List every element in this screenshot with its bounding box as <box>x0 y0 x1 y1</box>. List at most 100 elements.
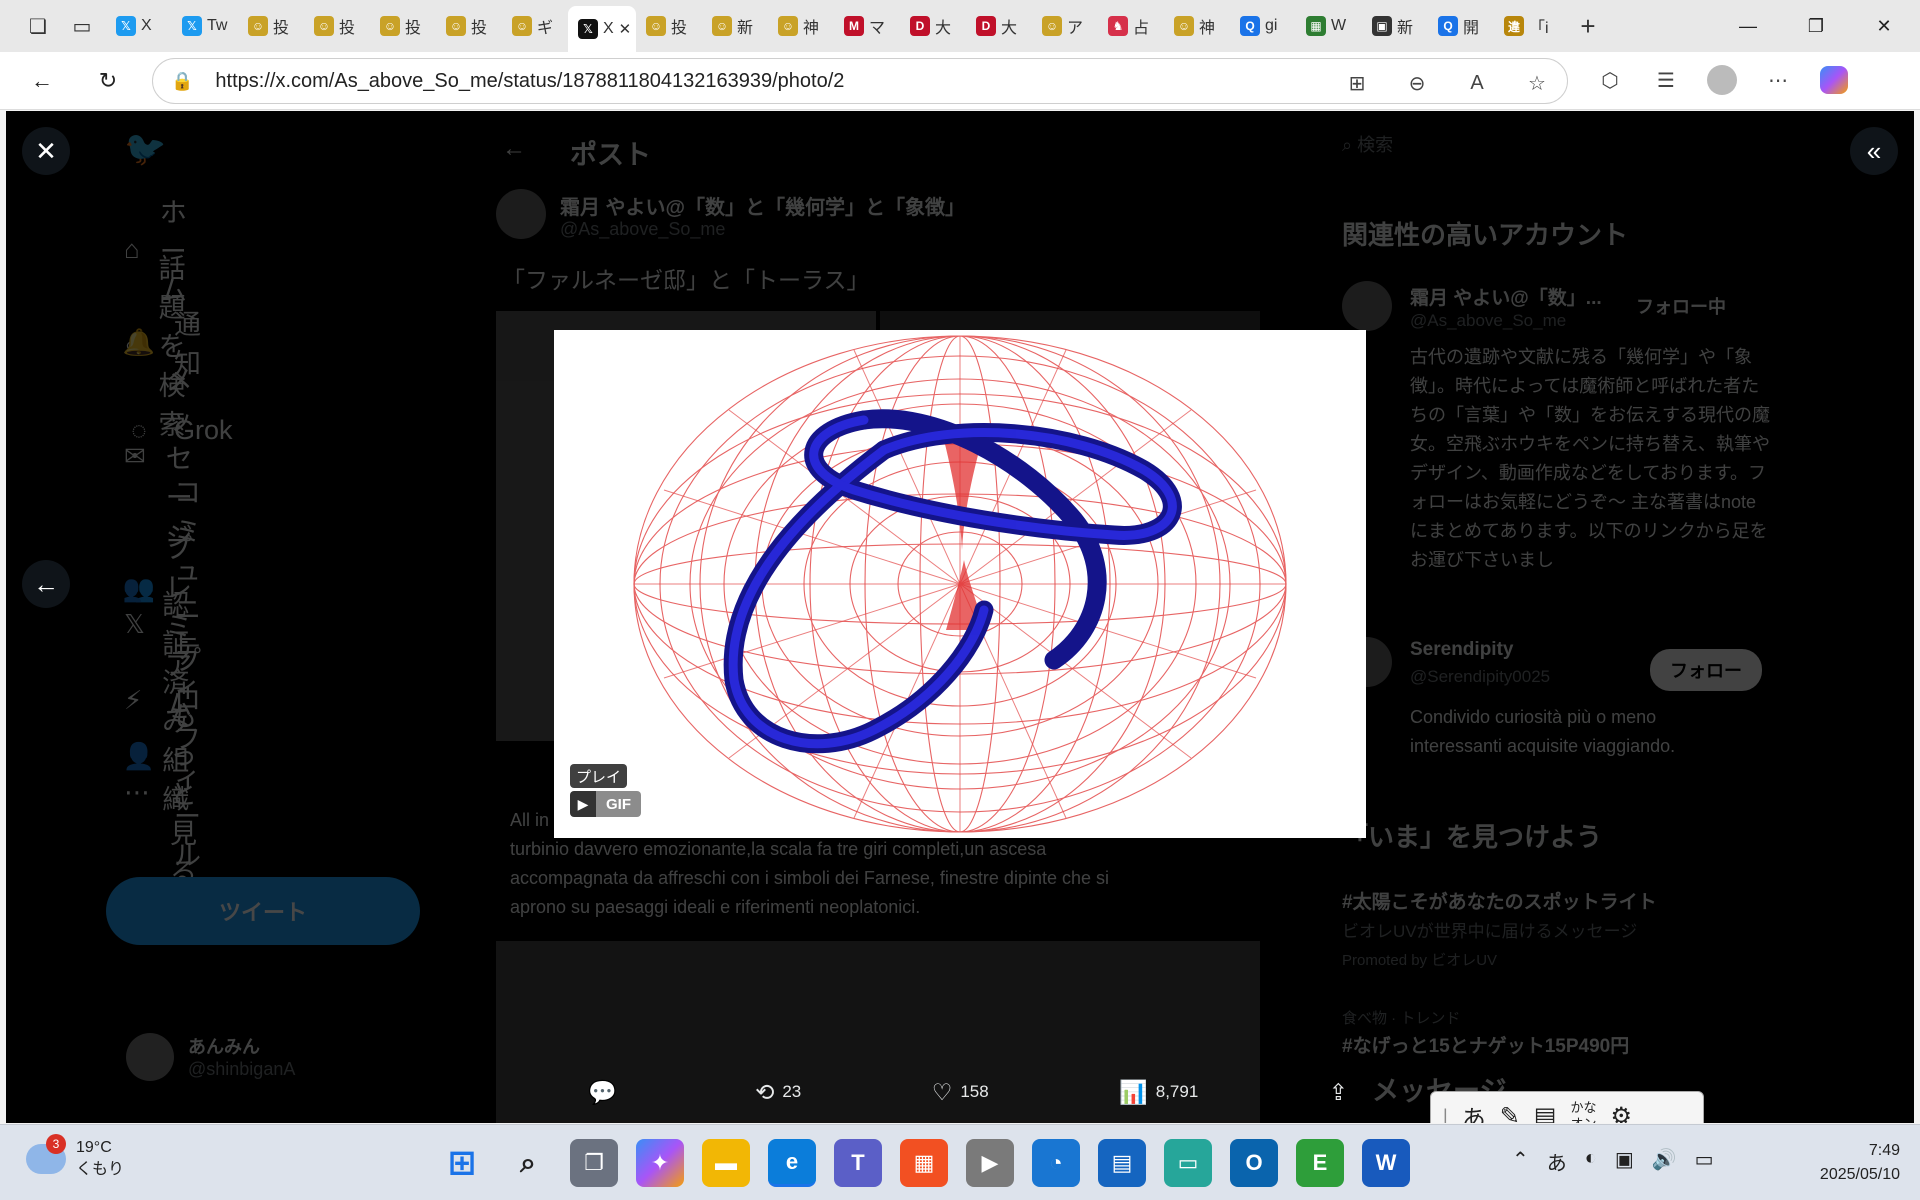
ime-hiragana-button[interactable]: あ <box>1462 1099 1486 1124</box>
trend-1[interactable]: #太陽こそがあなたのスポットライト <box>1342 887 1657 914</box>
close-media-button[interactable]: ✕ <box>22 127 70 175</box>
views-button[interactable]: 📊 8,791 <box>1119 1079 1198 1106</box>
focus-icon[interactable]: ◐ <box>1585 1147 1597 1176</box>
weather-widget[interactable]: 3 19°C くもり <box>26 1134 124 1181</box>
outlook-icon[interactable]: O <box>1230 1139 1278 1187</box>
favorites-icon[interactable]: ☰ <box>1650 64 1682 96</box>
url-text[interactable]: https://x.com/As_above_So_me/status/1878… <box>215 70 844 93</box>
retweet-button[interactable]: ⟲ 23 <box>755 1079 801 1106</box>
sidebar-item[interactable]: ⋯ もっと見る <box>124 695 201 890</box>
trend-2[interactable]: #なげっと15とナゲット15P490円 <box>1342 1031 1629 1058</box>
browser-tab[interactable]: ☺ 新 <box>702 6 768 46</box>
chart-app-icon[interactable]: ◔ <box>1032 1139 1080 1187</box>
browser-tab[interactable]: Q開 <box>1428 6 1494 46</box>
settings-menu-icon[interactable]: ⋯ <box>1762 64 1794 96</box>
ime-kana-toggle[interactable]: かなオン <box>1570 1100 1596 1123</box>
browser-tab[interactable]: 𝕏X <box>106 6 172 46</box>
account-switcher[interactable]: あんみん @shinbiganA <box>126 1033 295 1081</box>
copilot-icon[interactable] <box>1818 64 1850 96</box>
post-back-arrow-icon[interactable]: ← <box>502 135 526 163</box>
battery-icon[interactable]: ▭ <box>1695 1147 1714 1176</box>
file-explorer-icon[interactable]: ▬ <box>702 1139 750 1187</box>
collapse-panel-button[interactable]: « <box>1850 127 1898 175</box>
refresh-button[interactable]: ↻ <box>88 61 128 101</box>
clock[interactable]: 7:49 2025/05/10 <box>1790 1139 1900 1187</box>
clock-date: 2025/05/10 <box>1819 1166 1900 1183</box>
ime-settings-gear-icon[interactable]: ⚙ <box>1611 1102 1633 1124</box>
close-window-button[interactable]: ✕ <box>1856 0 1912 52</box>
ime-mode-indicator[interactable]: あ <box>1547 1147 1567 1176</box>
gif-media[interactable]: プレイ ▶ GIF <box>554 330 1366 838</box>
favorite-star-icon[interactable]: ☆ <box>1521 67 1553 99</box>
ime-pad-icon[interactable]: ✎ <box>1500 1102 1520 1124</box>
copilot-icon[interactable]: ✦ <box>636 1139 684 1187</box>
browser-tab[interactable]: ☺ 神 <box>1164 6 1230 46</box>
browser-tab[interactable]: 𝕏 X ✕ <box>568 6 636 52</box>
browser-tab[interactable]: ▦ W <box>1296 6 1362 46</box>
gif-badge[interactable]: ▶ GIF <box>570 791 641 817</box>
browser-tab[interactable]: 𝕏 Tw <box>172 6 238 46</box>
teams-icon[interactable]: T <box>834 1139 882 1187</box>
tab-label: 投 <box>671 20 688 37</box>
account-handle: @shinbiganA <box>188 1059 296 1079</box>
word-icon[interactable]: W <box>1362 1139 1410 1187</box>
browser-tab[interactable]: ☺ 神 <box>768 6 834 46</box>
share-button[interactable]: ⇪ <box>1329 1079 1348 1106</box>
previous-media-button[interactable]: ← <box>22 560 70 608</box>
browser-tab[interactable]: ▣ 新 <box>1362 6 1428 46</box>
acct2-follow-button[interactable]: フォロー <box>1650 649 1762 691</box>
minimize-button[interactable]: — <box>1720 0 1776 52</box>
ime-dictionary-icon[interactable]: ▤ <box>1534 1102 1557 1124</box>
network-icon[interactable]: ▣ <box>1615 1147 1634 1176</box>
ime-grip[interactable]: | <box>1443 1106 1448 1124</box>
browser-tab[interactable]: ☺ 投 <box>436 6 502 46</box>
like-button[interactable]: ♡ 158 <box>932 1079 989 1106</box>
zoom-out-icon[interactable]: ⊖ <box>1401 67 1433 99</box>
browser-tab[interactable]: Mマ <box>834 6 900 46</box>
browser-tab[interactable]: ♞ 占 <box>1098 6 1164 46</box>
tab-close-icon[interactable]: ✕ <box>619 20 632 38</box>
search-icon[interactable]: ⌕ <box>504 1139 552 1187</box>
maximize-button[interactable]: ❐ <box>1788 0 1844 52</box>
chevron-up-icon[interactable]: ⌃ <box>1512 1147 1529 1176</box>
read-aloud-icon[interactable]: A <box>1461 67 1493 99</box>
browser-tab[interactable]: D大 <box>900 6 966 46</box>
workspaces-icon[interactable]: ❏ <box>18 6 58 46</box>
store-icon[interactable]: ▦ <box>900 1139 948 1187</box>
back-button[interactable]: ← <box>22 61 62 101</box>
screen-app-icon[interactable]: ▭ <box>1164 1139 1212 1187</box>
play-badge[interactable]: プレイ <box>570 764 628 788</box>
new-tab-button[interactable]: + <box>1568 6 1608 46</box>
play-icon[interactable]: ▶ <box>570 791 596 817</box>
tab-label: マ <box>869 20 886 37</box>
tweet-button[interactable]: ツイート <box>106 877 420 945</box>
start-windows-icon[interactable]: ⊞ <box>438 1139 486 1187</box>
browser-tab[interactable]: ☺ 投 <box>238 6 304 46</box>
evernote-e-icon[interactable]: E <box>1296 1139 1344 1187</box>
calendar-app-icon[interactable]: ▤ <box>1098 1139 1146 1187</box>
search-placeholder[interactable]: 検索 <box>1357 135 1393 155</box>
volume-icon[interactable]: 🔊 <box>1652 1147 1677 1176</box>
reply-button[interactable]: 💬 <box>588 1079 625 1106</box>
extensions-icon[interactable]: ⬡ <box>1594 64 1626 96</box>
browser-tab[interactable]: ☺ 投 <box>370 6 436 46</box>
post-header: ポスト <box>570 140 651 170</box>
profile-avatar-icon[interactable] <box>1706 64 1738 96</box>
browser-tab[interactable]: ☺ ギ <box>502 6 568 46</box>
browser-tab[interactable]: D大 <box>966 6 1032 46</box>
edge-browser-icon[interactable]: e <box>768 1139 816 1187</box>
tab-label: 投 <box>273 20 290 37</box>
address-bar[interactable]: 🔒 https://x.com/As_above_So_me/status/18… <box>152 58 1568 104</box>
acct1-follow-button[interactable]: フォロー中 <box>1636 293 1726 319</box>
video-camera-icon[interactable]: ▶ <box>966 1139 1014 1187</box>
browser-tab[interactable]: ☺ 投 <box>636 6 702 46</box>
browser-tab[interactable]: Qgi <box>1230 6 1296 46</box>
task-view-icon[interactable]: ❐ <box>570 1139 618 1187</box>
taskbar: 3 19°C くもり ⊞ ⌕ ❐ ✦ ▬ e T ▦ ▶ ◔ ▤ ▭ O E W … <box>0 1124 1920 1200</box>
browser-tab[interactable]: 違「i <box>1494 6 1560 46</box>
sidebar-item[interactable]: ◌ Grok <box>124 415 232 446</box>
browser-tab[interactable]: ☺ 投 <box>304 6 370 46</box>
app-available-icon[interactable]: ⊞ <box>1341 67 1373 99</box>
vertical-tabs-icon[interactable]: ▭ <box>62 6 102 46</box>
browser-tab[interactable]: ☺ ア <box>1032 6 1098 46</box>
